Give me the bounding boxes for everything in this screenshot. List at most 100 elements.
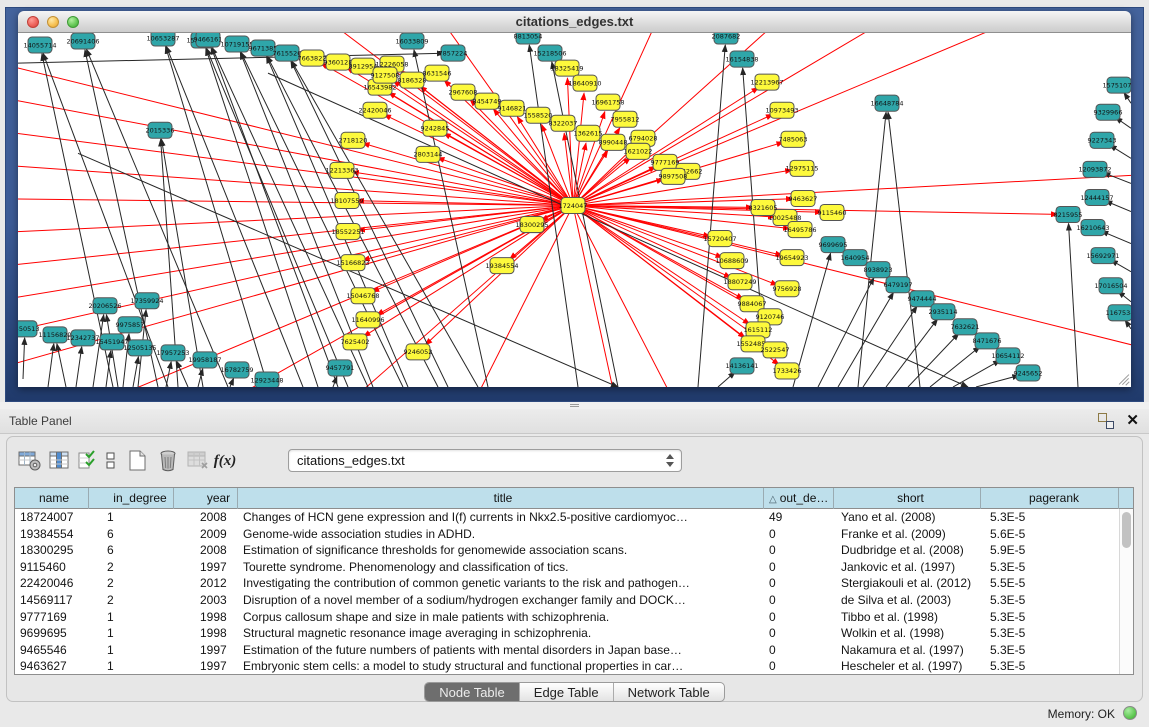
scrollbar-thumb[interactable] — [1122, 512, 1131, 548]
graph-node[interactable]: 18325419 — [550, 60, 583, 76]
graph-node[interactable]: 9463627 — [789, 190, 818, 206]
graph-node[interactable]: 9897508 — [659, 168, 688, 184]
graph-node[interactable]: 8471676 — [973, 333, 1002, 349]
graph-node[interactable]: 15751074 — [1102, 77, 1131, 93]
new-file-button[interactable] — [123, 448, 153, 474]
graph-node[interactable]: 16648784 — [870, 95, 903, 111]
graph-node[interactable]: 9246052 — [404, 344, 433, 360]
graph-node[interactable]: 1167534 — [1106, 305, 1131, 321]
graph-node[interactable]: 12975115 — [785, 160, 818, 176]
graph-node[interactable]: 1621022 — [624, 143, 653, 159]
delete-button[interactable] — [153, 448, 183, 474]
graph-node[interactable]: 12093872 — [1078, 161, 1111, 177]
table-row[interactable]: 1456911722003Disruption of a novel membe… — [15, 592, 1133, 609]
graph-node[interactable]: 8631546 — [423, 65, 452, 81]
graph-node[interactable]: 2935114 — [929, 304, 958, 320]
graph-node[interactable]: 12923448 — [250, 372, 283, 387]
graph-node[interactable]: 2718120 — [339, 132, 368, 148]
graph-node[interactable]: 17016504 — [1094, 278, 1127, 294]
graph-node[interactable]: 18300295 — [515, 217, 548, 233]
graph-node[interactable]: 16961758 — [591, 94, 624, 110]
graph-node[interactable]: 1733426 — [773, 363, 802, 379]
graph-node[interactable]: 16210643 — [1076, 220, 1109, 236]
column-header-title[interactable]: title — [238, 488, 764, 509]
graph-node[interactable]: 17957253 — [156, 345, 189, 361]
graph-node[interactable]: 9245652 — [1014, 365, 1043, 381]
graph-node[interactable]: 19958187 — [188, 352, 221, 368]
graph-node[interactable]: 18807249 — [723, 274, 756, 290]
graph-node[interactable]: 15046768 — [346, 288, 379, 304]
graph-node[interactable]: 2087682 — [712, 33, 741, 44]
graph-node[interactable]: 16782759 — [220, 362, 253, 378]
graph-node[interactable]: 7485063 — [779, 131, 808, 147]
table-row[interactable]: 977716911998Corpus callosum shape and si… — [15, 609, 1133, 626]
graph-node[interactable]: 9756928 — [773, 281, 802, 297]
graph-node[interactable]: 7857224 — [439, 45, 468, 61]
network-view[interactable]: 1405571420691406106532871527600294661611… — [18, 33, 1131, 387]
graph-node[interactable]: 2803144 — [414, 146, 443, 162]
graph-node[interactable]: 6479197 — [884, 277, 913, 293]
graph-node[interactable]: 12213967 — [750, 74, 783, 90]
float-panel-icon[interactable] — [1098, 413, 1114, 429]
column-chooser-button[interactable] — [99, 448, 123, 474]
graph-node[interactable]: 12213363 — [325, 162, 358, 178]
graph-node[interactable]: 9975857 — [116, 317, 145, 333]
graph-node[interactable]: 14055714 — [23, 37, 56, 53]
table-select-combobox[interactable]: citations_edges.txt — [288, 449, 682, 472]
resize-grip-icon[interactable] — [1117, 373, 1130, 386]
divider-handle-icon[interactable] — [570, 404, 579, 407]
graph-node[interactable]: 2522547 — [761, 342, 790, 358]
graph-node[interactable]: 16154838 — [725, 51, 758, 67]
vertical-scrollbar[interactable] — [1119, 509, 1133, 674]
graph-node[interactable]: 16495786 — [783, 222, 816, 238]
column-header-year[interactable]: year — [174, 488, 238, 509]
graph-node[interactable]: 16033809 — [395, 33, 428, 49]
graph-node[interactable]: 14136141 — [725, 358, 758, 374]
column-header-name[interactable]: name — [15, 488, 89, 509]
graph-node[interactable]: 8813054 — [514, 33, 543, 44]
table-row[interactable]: 1872400712008Changes of HCN gene express… — [15, 509, 1133, 526]
graph-node[interactable]: 8321605 — [749, 199, 778, 215]
graph-node[interactable]: 9242845 — [421, 120, 450, 136]
graph-node[interactable]: 10654112 — [991, 348, 1024, 364]
table-row[interactable]: 1938455462009Genome-wide association stu… — [15, 526, 1133, 543]
graph-node[interactable]: 9329966 — [1094, 104, 1123, 120]
tab-edge-table[interactable]: Edge Table — [520, 683, 614, 701]
table-row[interactable]: 946362711997Embryonic stem cells: a mode… — [15, 658, 1133, 675]
tab-network-table[interactable]: Network Table — [614, 683, 724, 701]
column-header-out_de[interactable]: △out_de… — [764, 488, 834, 509]
graph-node[interactable]: 7663822 — [298, 50, 327, 66]
table-row[interactable]: 2242004622012Investigating the contribut… — [15, 575, 1133, 592]
graph-node[interactable]: 15720407 — [703, 231, 736, 247]
graph-node[interactable]: 10973493 — [765, 102, 798, 118]
table-row[interactable]: 1830029562008Estimation of significance … — [15, 542, 1133, 559]
graph-node[interactable]: 17359924 — [130, 293, 163, 309]
table-row[interactable]: 969969511998Structural magnetic resonanc… — [15, 625, 1133, 642]
column-header-pagerank[interactable]: pagerank — [981, 488, 1119, 509]
graph-node[interactable]: 15692971 — [1086, 248, 1119, 264]
graph-node[interactable]: 19384554 — [485, 258, 518, 274]
graph-node[interactable]: 9699695 — [819, 237, 848, 253]
delete-table-button[interactable] — [183, 448, 213, 474]
column-header-short[interactable]: short — [834, 488, 981, 509]
graph-node[interactable]: 15166823 — [336, 255, 369, 271]
graph-node[interactable]: 10688609 — [715, 253, 748, 269]
graph-node[interactable]: 20691406 — [66, 33, 99, 49]
graph-node[interactable]: 22420046 — [358, 102, 391, 118]
column-select-button[interactable] — [45, 448, 75, 474]
graph-node[interactable]: 20206526 — [88, 298, 121, 314]
column-header-in_degree[interactable]: in_degree — [89, 488, 174, 509]
graph-node[interactable]: 9227343 — [1088, 132, 1117, 148]
tab-node-table[interactable]: Node Table — [425, 683, 520, 701]
function-builder-button[interactable]: f(x) — [213, 448, 237, 474]
graph-node[interactable]: 9457791 — [326, 360, 355, 376]
graph-node[interactable]: 2015336 — [146, 122, 175, 138]
table-row[interactable]: 946554611997Estimation of the future num… — [15, 642, 1133, 659]
graph-node[interactable]: 9466161 — [194, 33, 223, 47]
graph-node[interactable]: 12444157 — [1080, 189, 1113, 205]
graph-node[interactable]: 18552251 — [331, 224, 364, 240]
graph-node[interactable]: 7625402 — [341, 334, 370, 350]
network-window-titlebar[interactable]: citations_edges.txt — [18, 11, 1131, 33]
table-mode-button[interactable] — [15, 448, 45, 474]
graph-node[interactable]: 9350513 — [18, 321, 39, 337]
